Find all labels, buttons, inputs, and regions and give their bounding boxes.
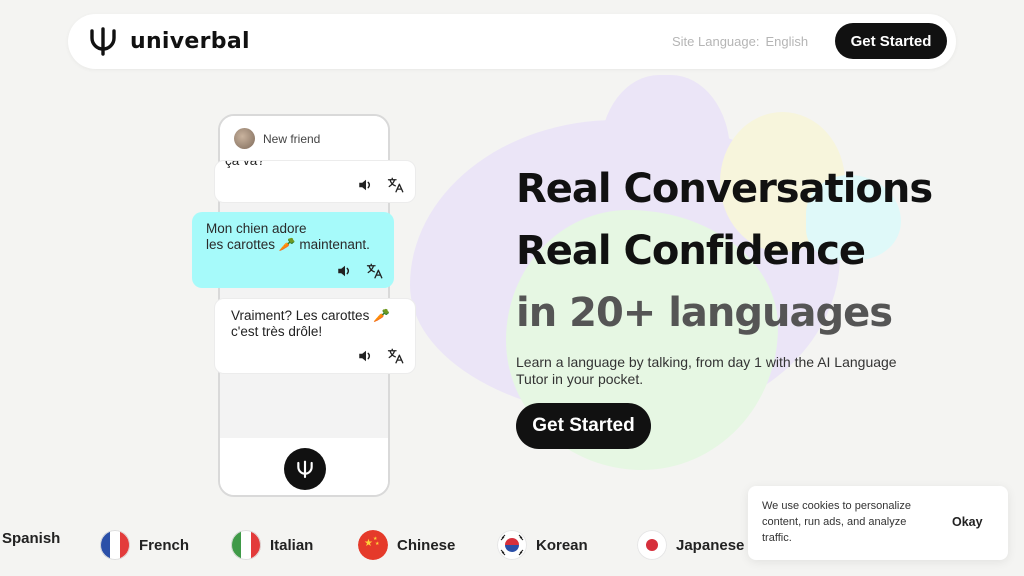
hero-heading-line-2: Real Confidence	[516, 228, 866, 274]
chat-message-text: Mon chien adore les carottes 🥕 maintenan…	[206, 221, 370, 252]
hero-heading-line-1: Real Conversations	[516, 166, 933, 212]
cookie-message: We use cookies to personalize content, r…	[762, 500, 911, 544]
site-language-value: English	[765, 34, 809, 49]
language-item-chinese[interactable]: ★ ★ ★ Chinese	[358, 530, 455, 560]
chat-message-text: ça va?	[225, 160, 265, 168]
top-nav: univerbal Site Language: English Get Star…	[68, 14, 956, 69]
language-item-italian[interactable]: Italian	[231, 530, 313, 560]
svg-text:★: ★	[364, 538, 373, 549]
flag-italy-icon	[231, 530, 261, 560]
chat-header: New friend	[220, 116, 388, 162]
site-language-selector[interactable]: Site Language: English	[672, 34, 808, 49]
speaker-icon[interactable]	[357, 176, 375, 194]
language-name: Japanese	[676, 536, 745, 554]
hero-get-started-button[interactable]: Get Started	[516, 403, 651, 449]
chat-message-user: Mon chien adore les carottes 🥕 maintenan…	[192, 212, 394, 288]
language-item-korean[interactable]: Korean	[497, 530, 588, 560]
language-name: Spanish	[2, 530, 61, 547]
translate-icon[interactable]	[366, 262, 384, 280]
language-name: French	[139, 536, 190, 554]
voice-record-button[interactable]	[284, 448, 326, 490]
univerbal-logo-icon	[90, 27, 116, 56]
language-item-french[interactable]: French	[100, 530, 189, 560]
translate-icon[interactable]	[387, 176, 405, 194]
language-name: Italian	[270, 536, 314, 554]
speaker-icon[interactable]	[336, 262, 354, 280]
cookie-banner: We use cookies to personalize content, r…	[748, 486, 1008, 560]
speaker-icon[interactable]	[357, 347, 375, 365]
chat-message: ça va?	[214, 160, 416, 203]
language-item-spanish[interactable]: Spanish	[2, 530, 60, 547]
cookie-accept-button[interactable]: Okay	[952, 515, 983, 529]
flag-france-icon	[100, 530, 130, 560]
flag-japan-icon	[637, 530, 667, 560]
friend-avatar	[234, 128, 255, 149]
chat-message: Vraiment? Les carottes 🥕 c'est très drôl…	[214, 298, 416, 374]
chat-footer	[220, 438, 388, 495]
flag-china-icon: ★ ★ ★	[358, 530, 388, 560]
language-item-japanese[interactable]: Japanese	[637, 530, 744, 560]
chat-message-text: Vraiment? Les carottes 🥕 c'est très drôl…	[231, 308, 390, 339]
site-language-label: Site Language:	[672, 34, 760, 49]
flag-korea-icon	[497, 530, 527, 560]
header-get-started-button[interactable]: Get Started	[835, 23, 947, 59]
univerbal-mic-icon	[297, 460, 313, 479]
friend-name: New friend	[263, 131, 321, 146]
language-name: Chinese	[397, 536, 456, 554]
brand-logo[interactable]: univerbal	[88, 26, 250, 56]
language-name: Korean	[536, 536, 588, 554]
hero-heading-line-3: in 20+ languages	[516, 290, 893, 336]
brand-name: univerbal	[130, 28, 250, 54]
svg-text:★: ★	[375, 541, 380, 547]
translate-icon[interactable]	[387, 347, 405, 365]
hero-subtitle: Learn a language by talking, from day 1 …	[516, 354, 897, 387]
